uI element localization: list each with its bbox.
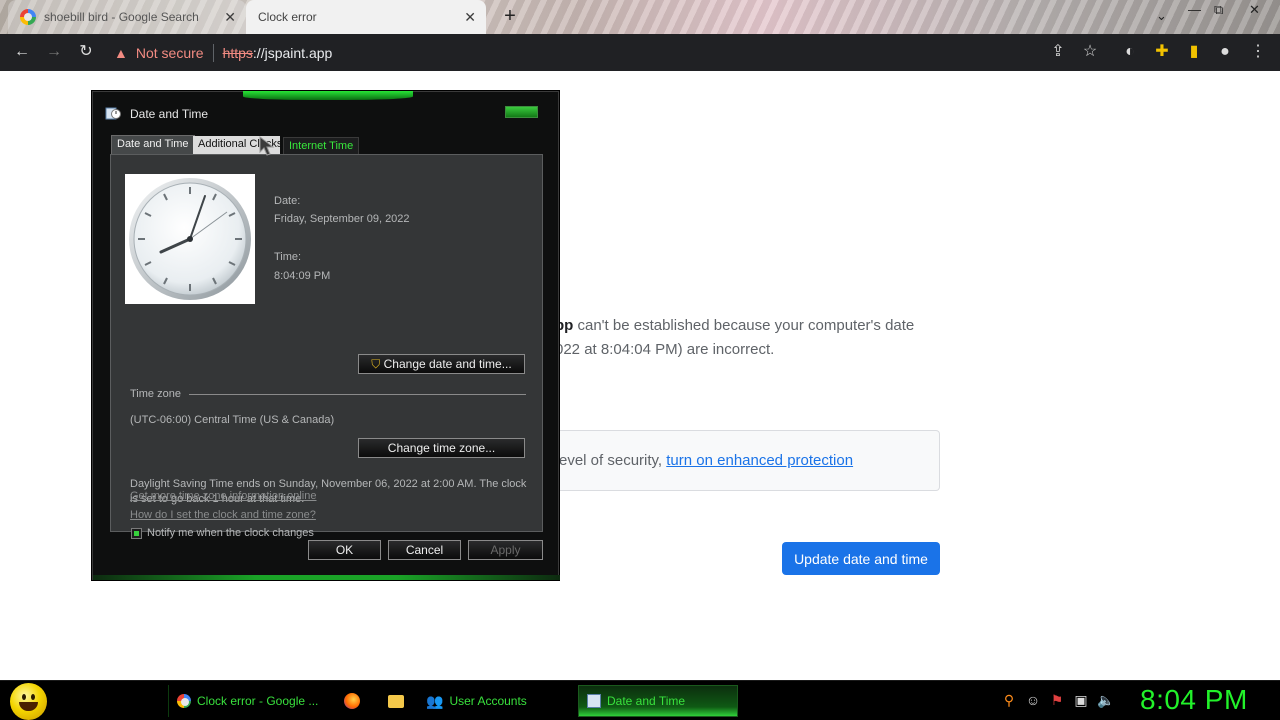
- tab-shoebill-search[interactable]: shoebill bird - Google Search ✕: [8, 0, 246, 34]
- tab-title: Clock error: [258, 10, 317, 24]
- cancel-button[interactable]: Cancel: [388, 540, 461, 560]
- share-icon[interactable]: ⇪: [1048, 42, 1068, 62]
- enhanced-protection-link[interactable]: turn on enhanced protection: [666, 452, 853, 469]
- analog-clock: [125, 174, 255, 304]
- apply-button[interactable]: Apply: [468, 540, 543, 560]
- browser-toolbar: ← → ↻ ▲ Not secure https ://jspaint.app …: [0, 34, 1280, 71]
- restore-icon[interactable]: ⧉: [1214, 2, 1223, 18]
- start-button[interactable]: [10, 683, 47, 720]
- divider: [212, 43, 214, 62]
- time-zone-value: (UTC-06:00) Central Time (US & Canada): [130, 414, 335, 426]
- taskbar: Clock error - Google ... 👥 User Accounts…: [0, 680, 1280, 720]
- tab-search-icon[interactable]: ⌄: [1156, 8, 1167, 24]
- url-host: ://jspaint.app: [252, 44, 333, 61]
- time-zone-info-link[interactable]: Get more time zone information online: [130, 490, 316, 502]
- bookmark-star-icon[interactable]: ☆: [1080, 42, 1100, 62]
- security-text: evel of security,: [559, 452, 667, 469]
- change-date-time-label: Change date and time...: [383, 356, 512, 371]
- taskbar-item-label: Clock error - Google ...: [197, 694, 319, 708]
- security-indicator[interactable]: Not secure: [136, 45, 204, 61]
- smiley-eye: [22, 694, 26, 700]
- volume-icon[interactable]: 🔈: [1097, 692, 1114, 708]
- extension-flag-icon[interactable]: ◐: [1120, 42, 1140, 62]
- date-time-icon: [587, 694, 601, 708]
- close-icon[interactable]: ✕: [224, 9, 236, 26]
- smiley-mouth: [19, 702, 38, 711]
- uac-shield-icon: ⛉: [371, 356, 381, 371]
- warning-icon: ▲: [114, 44, 128, 61]
- update-date-time-button[interactable]: Update date and time: [782, 542, 940, 575]
- close-button[interactable]: [505, 106, 538, 118]
- taskbar-item-date-time[interactable]: Date and Time: [578, 685, 738, 717]
- close-window-icon[interactable]: ✕: [1249, 2, 1260, 18]
- divider: [189, 394, 526, 395]
- error-line-1: can't be established because your comput…: [573, 317, 915, 334]
- tab-strip: shoebill bird - Google Search ✕ Clock er…: [0, 0, 1280, 34]
- notify-label[interactable]: Notify me when the clock changes: [147, 527, 314, 539]
- google-icon: [20, 9, 36, 25]
- extensions-puzzle-icon[interactable]: ✚: [1152, 42, 1172, 62]
- firefox-icon: [344, 693, 360, 709]
- time-label: Time:: [274, 251, 302, 263]
- back-icon[interactable]: ←: [12, 42, 32, 62]
- how-to-set-clock-link[interactable]: How do I set the clock and time zone?: [130, 509, 316, 521]
- menu-kebab-icon[interactable]: ⋮: [1248, 42, 1268, 62]
- profile-avatar-icon[interactable]: ●: [1215, 42, 1235, 62]
- tab-title: shoebill bird - Google Search: [44, 10, 199, 24]
- change-time-zone-button[interactable]: Change time zone...: [358, 438, 525, 458]
- tab-clock-error[interactable]: Clock error ✕: [246, 0, 486, 34]
- ok-button[interactable]: OK: [308, 540, 381, 560]
- title-glow: [243, 91, 413, 100]
- forward-icon[interactable]: →: [44, 42, 64, 62]
- action-center-flag-icon[interactable]: ⚑: [1049, 692, 1065, 708]
- url-scheme: https: [222, 44, 253, 61]
- error-line-2: 022 at 8:04:04 PM) are incorrect.: [555, 341, 775, 358]
- smiley-tray-icon[interactable]: ☺: [1025, 692, 1041, 708]
- time-value: 8:04:09 PM: [274, 270, 331, 282]
- taskbar-item-user-accounts[interactable]: 👥 User Accounts: [418, 685, 576, 717]
- date-time-icon: [105, 107, 121, 120]
- error-message: pp can't be established because your com…: [555, 314, 935, 362]
- taskbar-item-file-explorer[interactable]: [380, 685, 408, 717]
- enhanced-protection-box: evel of security, turn on enhanced prote…: [555, 430, 940, 491]
- change-date-time-button[interactable]: ⛉ Change date and time...: [358, 354, 525, 374]
- date-time-panel: Date: Friday, September 09, 2022 Time: 8…: [110, 154, 543, 539]
- date-label: Date:: [274, 195, 301, 207]
- notify-checkbox[interactable]: [131, 528, 142, 539]
- taskbar-clock[interactable]: 8:04 PM: [1140, 684, 1248, 716]
- clock-face-icon: [129, 178, 251, 300]
- taskbar-item-label: User Accounts: [449, 694, 527, 708]
- dialog-title: Date and Time: [130, 107, 209, 121]
- close-icon[interactable]: ✕: [464, 9, 476, 26]
- reload-icon[interactable]: ↻: [76, 42, 96, 62]
- taskbar-item-label: Date and Time: [607, 694, 686, 708]
- side-panel-icon[interactable]: ▮: [1184, 42, 1204, 62]
- cursor-icon: [259, 135, 275, 156]
- address-bar[interactable]: ▲ Not secure https ://jspaint.app: [106, 38, 1106, 67]
- folder-icon: [388, 694, 404, 708]
- new-tab-button[interactable]: +: [500, 5, 520, 27]
- date-time-dialog: Date and Time Date and Time Additional C…: [92, 91, 560, 580]
- time-zone-heading: Time zone: [130, 388, 181, 400]
- search-icon[interactable]: ⚲: [1001, 692, 1017, 708]
- taskbar-item-firefox[interactable]: [336, 685, 364, 717]
- taskbar-item-chrome[interactable]: Clock error - Google ...: [168, 685, 326, 717]
- minimize-icon[interactable]: —: [1188, 2, 1201, 17]
- user-accounts-icon: 👥: [426, 692, 444, 709]
- bottom-glow: [93, 575, 560, 580]
- network-icon[interactable]: ▣: [1073, 692, 1089, 708]
- smiley-eye: [31, 694, 35, 700]
- chrome-icon: [177, 694, 191, 708]
- date-value: Friday, September 09, 2022: [274, 213, 410, 225]
